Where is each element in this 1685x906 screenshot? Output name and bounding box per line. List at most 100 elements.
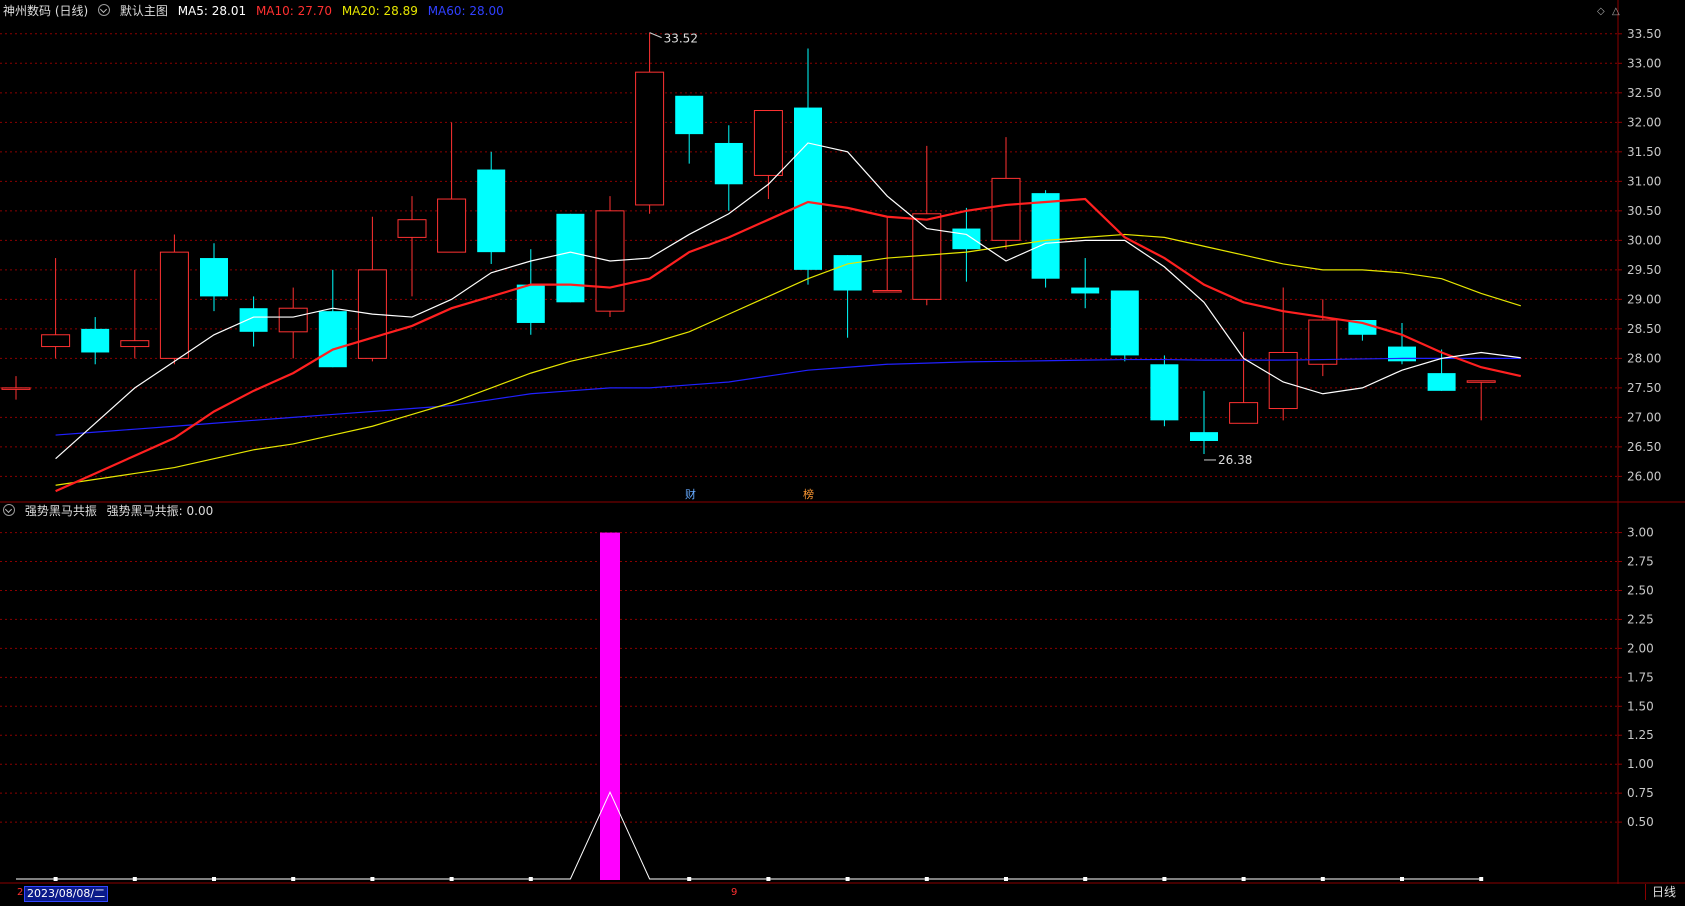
- low-price-label: 26.38: [1218, 453, 1252, 467]
- indicator-tick-label: 2.00: [1627, 641, 1654, 655]
- indicator-dot: [291, 877, 296, 881]
- candle-body-down[interactable]: [952, 228, 981, 250]
- period-button[interactable]: 日线: [1645, 884, 1682, 900]
- diamond-icon[interactable]: ◇: [1597, 6, 1605, 18]
- left-marker: 2: [17, 887, 24, 898]
- candle-body-up[interactable]: [437, 198, 467, 253]
- price-tick-label: 33.50: [1627, 27, 1661, 41]
- price-tick-label: 26.00: [1627, 469, 1661, 483]
- candle-body-up[interactable]: [872, 290, 902, 293]
- ma60-line: [55, 357, 1521, 436]
- candle-body-up[interactable]: [1268, 351, 1298, 410]
- indicator-dot: [1320, 877, 1325, 881]
- bottom-bar: [0, 884, 1685, 902]
- main-chart-header: 神州数码 (日线) 默认主图 MA5: 28.01 MA10: 27.70 MA…: [3, 3, 510, 19]
- candle-body-up[interactable]: [120, 340, 150, 348]
- indicator-value: 强势黑马共振: 0.00: [106, 504, 214, 518]
- price-tick-label: 28.50: [1627, 322, 1661, 336]
- price-tick-label: 32.00: [1627, 115, 1661, 129]
- candle-body-down[interactable]: [81, 328, 110, 353]
- indicator-dot: [766, 877, 771, 881]
- indicator-dot: [845, 877, 850, 881]
- candle-body-up[interactable]: [991, 177, 1021, 241]
- candle-body-up[interactable]: [1466, 380, 1496, 383]
- candle-body-down[interactable]: [1150, 364, 1179, 421]
- indicator-tick-label: 3.00: [1627, 526, 1654, 540]
- triangle-icon[interactable]: △: [1612, 6, 1620, 18]
- candle-body-down[interactable]: [1110, 290, 1139, 356]
- indicator-dot: [1479, 877, 1484, 881]
- candle-body-down[interactable]: [1031, 193, 1060, 279]
- indicator-dot: [449, 877, 454, 881]
- dropdown-circle-icon[interactable]: [3, 504, 15, 516]
- candle-body-down[interactable]: [516, 284, 545, 323]
- candle-body-up[interactable]: [159, 251, 189, 359]
- price-tick-label: 29.50: [1627, 263, 1661, 277]
- ranking-badge[interactable]: 榜: [803, 489, 814, 501]
- indicator-title[interactable]: 强势黑马共振: [25, 504, 97, 518]
- price-tick-label: 31.50: [1627, 145, 1661, 159]
- price-tick-label: 27.50: [1627, 381, 1661, 395]
- finance-badge[interactable]: 财: [685, 489, 696, 501]
- candle-body-down[interactable]: [794, 107, 822, 270]
- candle-body-down[interactable]: [318, 311, 347, 368]
- indicator-tick-label: 1.25: [1627, 728, 1654, 742]
- mid-marker: 9: [731, 887, 738, 898]
- indicator-dot: [1162, 877, 1167, 881]
- chart-canvas[interactable]: 33.50 33.00 32.50 32.00 31.50 31.00 30.50 30.00…: [0, 0, 1685, 902]
- chart-stage[interactable]: 33.50 33.00 32.50 32.00 31.50 31.00 30.50 30.00…: [0, 0, 1685, 902]
- candle-body-down[interactable]: [556, 213, 585, 303]
- indicator-dot: [1241, 877, 1246, 881]
- candle-body-up[interactable]: [912, 213, 942, 300]
- candle-body-down[interactable]: [833, 255, 862, 291]
- candle-body-up[interactable]: [1229, 402, 1259, 424]
- indicator-tick-label: 1.50: [1627, 699, 1654, 713]
- candle-body-up[interactable]: [1, 387, 31, 390]
- candle-body-up[interactable]: [278, 307, 308, 333]
- candle-body-down[interactable]: [1190, 432, 1218, 441]
- indicator-dot: [53, 877, 58, 881]
- indicator-tick-label: 0.75: [1627, 786, 1654, 800]
- dropdown-circle-icon[interactable]: [98, 4, 111, 16]
- indicator-tick-label: 0.50: [1627, 815, 1654, 829]
- candle-body-up[interactable]: [753, 110, 783, 176]
- price-tick-label: 33.00: [1627, 56, 1661, 70]
- candle-body-down[interactable]: [239, 308, 268, 332]
- indicator-dot: [212, 877, 216, 881]
- price-tick-label: 30.50: [1627, 204, 1661, 218]
- indicator-tick-label: 1.00: [1627, 757, 1654, 771]
- price-tick-label: 31.00: [1627, 174, 1661, 188]
- ma5-value: MA5: 28.01: [177, 4, 247, 18]
- indicator-dot: [1004, 877, 1008, 881]
- main-chart-name[interactable]: 默认主图: [120, 4, 168, 18]
- indicator-dot: [132, 877, 137, 881]
- candle-body-down[interactable]: [1071, 287, 1100, 294]
- high-price-label: 33.52: [664, 32, 698, 46]
- candle-body-down[interactable]: [200, 258, 228, 297]
- price-tick-label: 27.00: [1627, 410, 1661, 424]
- candle-body-down[interactable]: [675, 95, 704, 135]
- indicator-tick-label: 2.75: [1627, 555, 1654, 569]
- candle-body-up[interactable]: [1308, 319, 1338, 365]
- candle-body-down[interactable]: [714, 142, 743, 185]
- candle-body-down[interactable]: [1427, 373, 1456, 391]
- candle-body-up[interactable]: [397, 219, 427, 238]
- ma20-value: MA20: 28.89: [341, 4, 418, 18]
- indicator-bar[interactable]: [600, 532, 620, 880]
- indicator-dot: [1083, 877, 1088, 881]
- indicator-dot: [370, 877, 375, 881]
- indicator-dot: [924, 877, 929, 881]
- price-tick-label: 26.50: [1627, 440, 1661, 454]
- indicator-header: 强势黑马共振 强势黑马共振: 0.00: [3, 503, 219, 519]
- indicator-line: [16, 790, 1482, 880]
- candle-body-up[interactable]: [635, 71, 665, 206]
- candle-body-up[interactable]: [41, 334, 71, 348]
- stock-title[interactable]: 神州数码 (日线): [3, 4, 88, 18]
- indicator-dot: [687, 877, 692, 881]
- ma10-value: MA10: 27.70: [255, 4, 332, 18]
- price-tick-label: 32.50: [1627, 86, 1661, 100]
- candle-body-down[interactable]: [477, 169, 506, 253]
- price-tick-label: 30.00: [1627, 233, 1661, 247]
- price-tick-label: 28.00: [1627, 351, 1661, 365]
- ma60-value: MA60: 28.00: [427, 4, 504, 18]
